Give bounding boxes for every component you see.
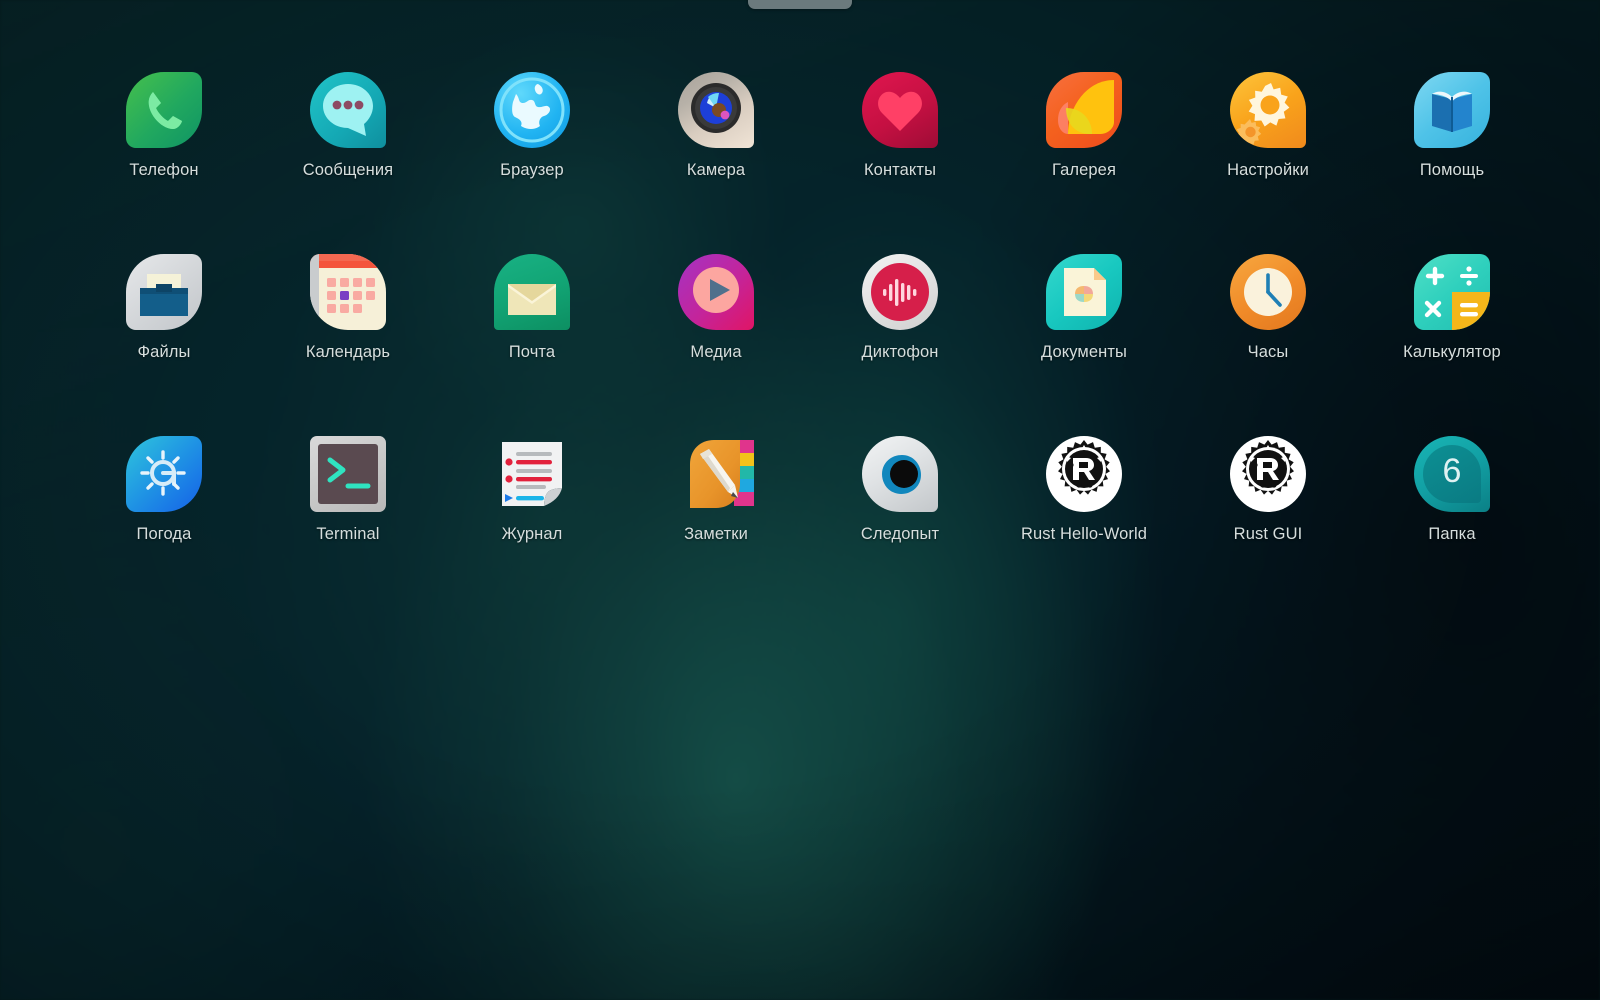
camera-icon [678,72,754,148]
app-label: Файлы [137,343,191,361]
app-icon-voicerecorder[interactable]: Диктофон [808,254,992,436]
settings-icon [1230,72,1306,148]
app-icon-phone[interactable]: Телефон [72,72,256,254]
weather-icon [126,436,202,512]
journal-icon [494,436,570,512]
messages-icon [310,72,386,148]
app-icon-calculator[interactable]: Калькулятор [1360,254,1544,436]
app-icon-camera[interactable]: Камера [624,72,808,254]
calculator-icon [1414,254,1490,330]
app-icon-folder[interactable]: 6 Папка [1360,436,1544,618]
calendar-icon [310,254,386,330]
app-icon-clock[interactable]: Часы [1176,254,1360,436]
app-label: Почта [508,343,556,361]
app-label: Камера [686,161,746,179]
app-label: Помощь [1419,161,1485,179]
files-icon [126,254,202,330]
media-icon [678,254,754,330]
notes-icon [678,436,754,512]
app-icon-calendar[interactable]: Календарь [256,254,440,436]
app-icon-grid: Телефон Сообщения Браузер Камера Контакт… [72,72,1528,618]
app-label: Rust Hello-World [1021,525,1147,543]
app-label: Terminal [316,525,380,543]
app-icon-help[interactable]: Помощь [1360,72,1544,254]
app-label: Телефон [129,161,199,179]
app-icon-documents[interactable]: Документы [992,254,1176,436]
app-label: Галерея [1052,161,1116,179]
app-icon-settings[interactable]: Настройки [1176,72,1360,254]
app-label: Следопыт [860,525,940,543]
app-icon-media[interactable]: Медиа [624,254,808,436]
app-label: Калькулятор [1403,343,1501,361]
app-label: Документы [1041,343,1127,361]
folder-badge-count: 6 [1442,451,1462,490]
app-label: Часы [1247,343,1289,361]
rust-icon [1230,436,1306,512]
app-label: Журнал [501,525,563,543]
app-icon-notes[interactable]: Заметки [624,436,808,618]
app-icon-journal[interactable]: Журнал [440,436,624,618]
app-icon-terminal[interactable]: Terminal [256,436,440,618]
app-label: Папка [1428,525,1476,543]
folder-icon: 6 [1414,436,1490,512]
app-label: Погода [136,525,192,543]
app-icon-tracker[interactable]: Следопыт [808,436,992,618]
documents-icon [1046,254,1122,330]
phone-icon [126,72,202,148]
help-icon [1414,72,1490,148]
drawer-handle[interactable] [748,0,852,9]
app-icon-gallery[interactable]: Галерея [992,72,1176,254]
app-label: Медиа [690,343,742,361]
mail-icon [494,254,570,330]
tracker-eye-icon [862,436,938,512]
browser-icon [494,72,570,148]
app-icon-browser[interactable]: Браузер [440,72,624,254]
app-icon-files[interactable]: Файлы [72,254,256,436]
app-label: Сообщения [302,161,394,179]
app-icon-rust-hello-world[interactable]: Rust Hello-World [992,436,1176,618]
app-label: Диктофон [861,343,939,361]
app-icon-contacts[interactable]: Контакты [808,72,992,254]
gallery-icon [1046,72,1122,148]
app-icon-mail[interactable]: Почта [440,254,624,436]
app-label: Контакты [863,161,937,179]
app-label: Календарь [305,343,391,361]
app-icon-weather[interactable]: Погода [72,436,256,618]
app-label: Настройки [1227,161,1309,179]
app-label: Браузер [500,161,564,179]
app-label: Заметки [684,525,748,543]
app-icon-messages[interactable]: Сообщения [256,72,440,254]
app-label: Rust GUI [1233,525,1303,543]
app-icon-rust-gui[interactable]: Rust GUI [1176,436,1360,618]
clock-icon [1230,254,1306,330]
voicerecorder-icon [862,254,938,330]
rust-icon [1046,436,1122,512]
terminal-icon [310,436,386,512]
contacts-icon [862,72,938,148]
